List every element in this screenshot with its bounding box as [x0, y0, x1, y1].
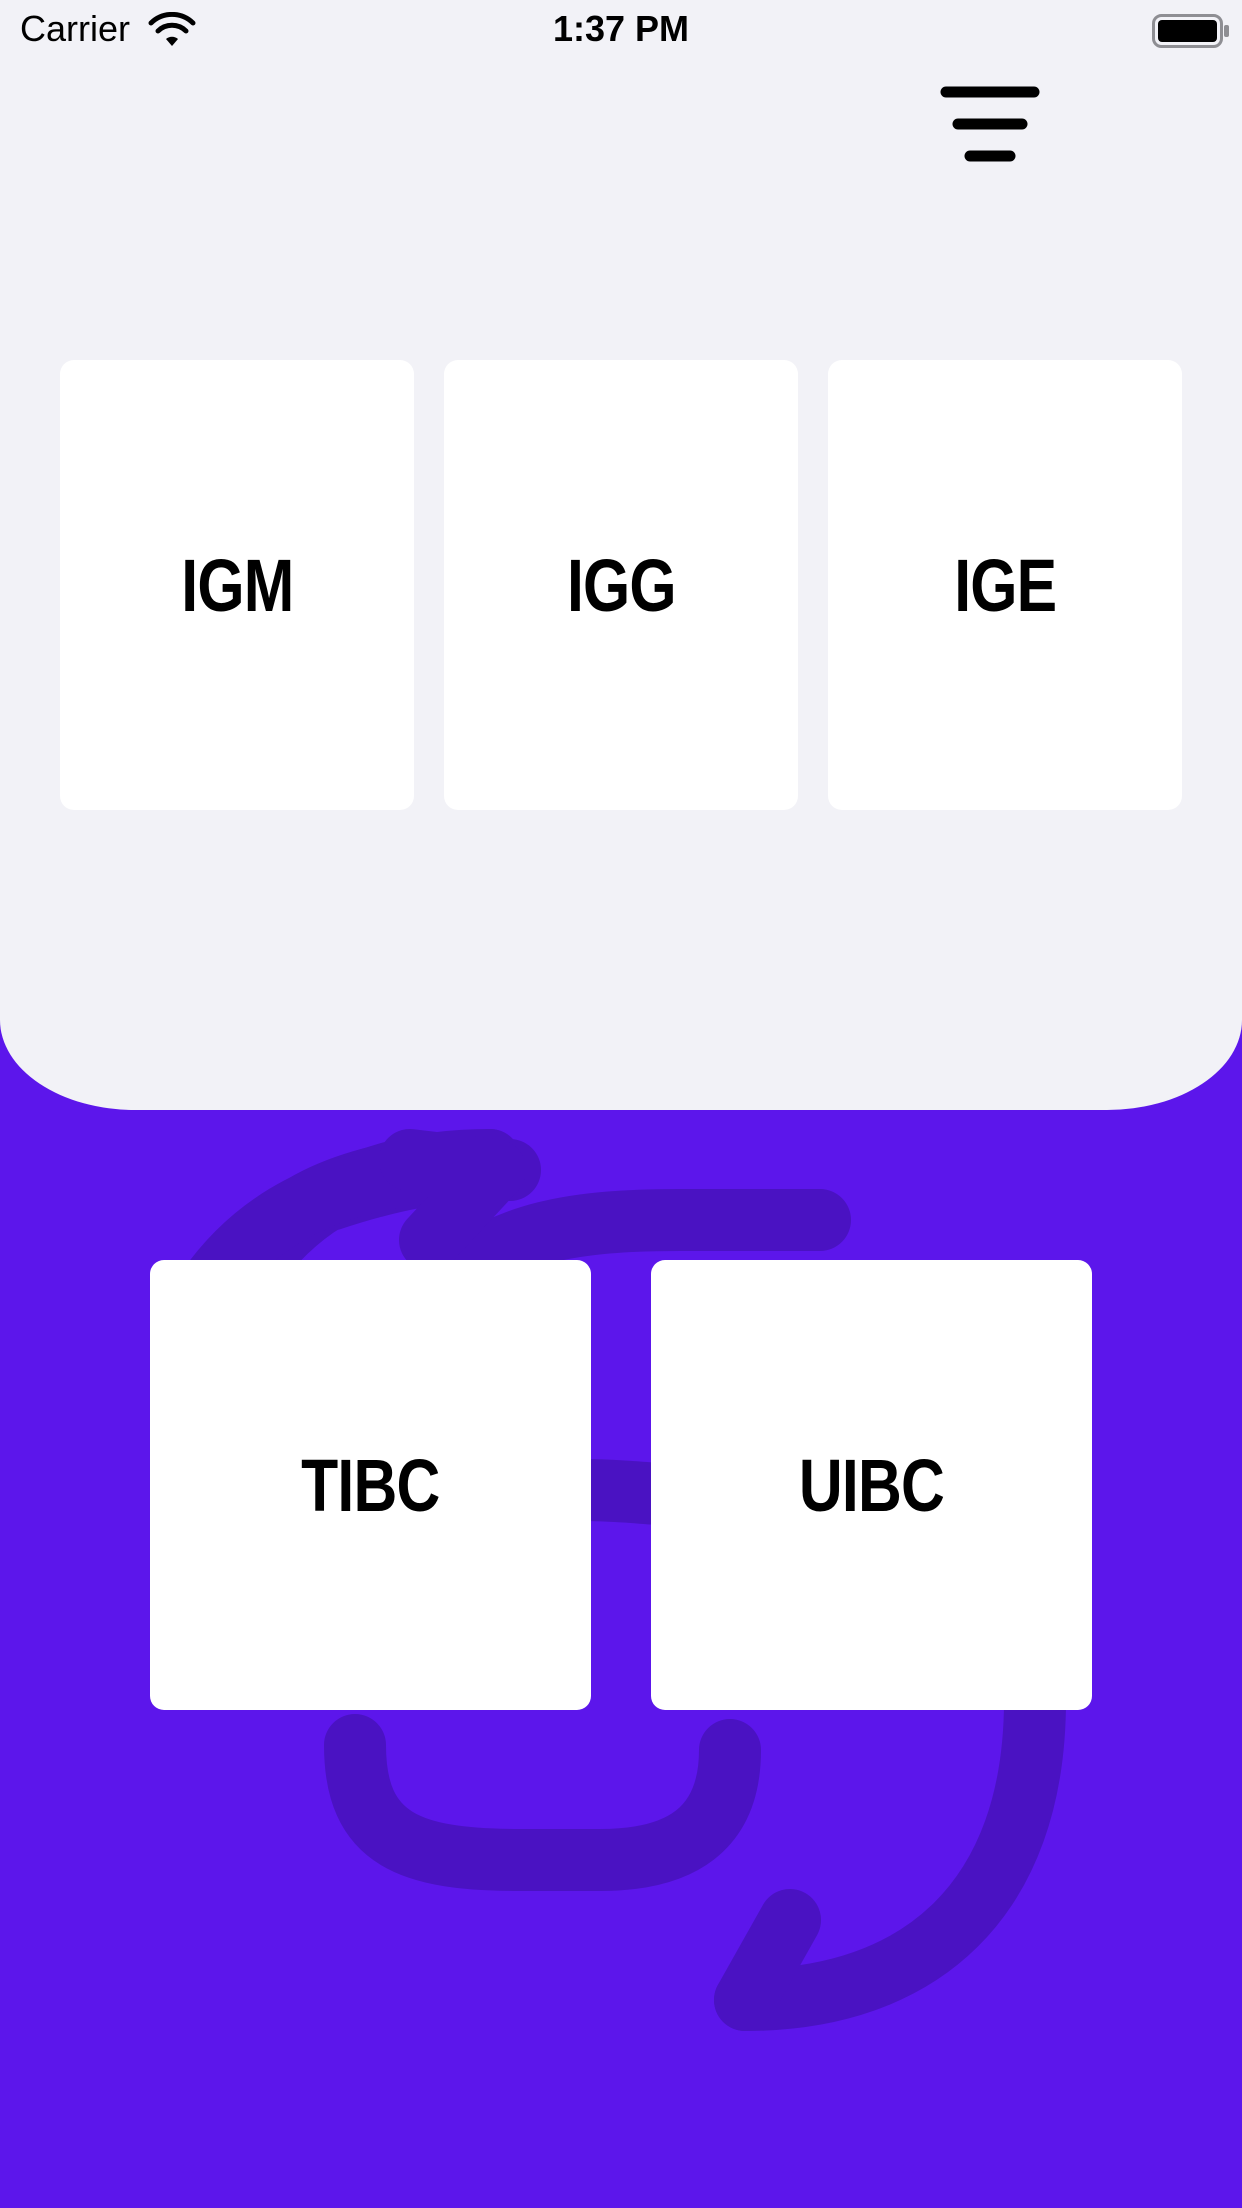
card-ige-label: IGE: [953, 543, 1057, 627]
card-uibc[interactable]: UIBC: [651, 1260, 1092, 1710]
status-bar: Carrier 1:37 PM: [0, 0, 1242, 62]
clock: 1:37 PM: [552, 8, 690, 49]
card-uibc-label: UIBC: [798, 1443, 945, 1527]
card-tibc[interactable]: TIBC: [150, 1260, 591, 1710]
card-igm-label: IGM: [180, 543, 294, 627]
battery-icon: [1152, 14, 1229, 48]
card-tibc-label: TIBC: [301, 1443, 440, 1527]
card-igg-label: IGG: [566, 543, 677, 627]
card-igm[interactable]: IGM: [60, 360, 414, 810]
menu-icon[interactable]: [940, 82, 1040, 166]
card-igg[interactable]: IGG: [444, 360, 798, 810]
card-ige[interactable]: IGE: [828, 360, 1182, 810]
